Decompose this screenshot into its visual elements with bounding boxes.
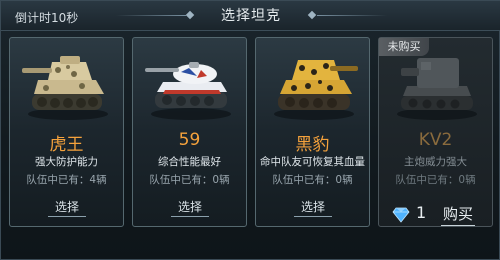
countdown-timer: 倒计时10秒 xyxy=(15,11,79,25)
title-decoration-right xyxy=(317,15,387,16)
type59-tank-icon xyxy=(145,62,231,120)
team-count: 队伍中已有：0辆 xyxy=(133,172,246,187)
kv2-tank-icon xyxy=(397,58,477,120)
team-count-label: 队伍中已有： xyxy=(26,174,90,186)
diamond-gem-icon xyxy=(392,207,410,223)
tank-name: 虎王 xyxy=(49,135,84,155)
select-button-59[interactable]: 选择 xyxy=(155,196,225,218)
title-decoration-left xyxy=(116,15,186,16)
team-count-value: 0辆 xyxy=(335,174,353,186)
price-value: 1 xyxy=(416,203,427,222)
team-count-label: 队伍中已有： xyxy=(272,174,336,186)
buy-button-kv2[interactable]: 购买 xyxy=(438,204,478,226)
team-count-value: 0辆 xyxy=(212,174,230,186)
buy-row: 1 购买 xyxy=(378,199,493,229)
tank-description: 命中队友可恢复其血量 xyxy=(260,156,365,168)
team-count: 队伍中已有：0辆 xyxy=(379,172,492,187)
tank-description: 综合性能最好 xyxy=(158,156,221,168)
tiger-tank-icon xyxy=(22,56,108,120)
select-button-tiger[interactable]: 选择 xyxy=(32,196,102,218)
team-count: 队伍中已有：0辆 xyxy=(256,172,369,187)
tank-card-tiger[interactable]: 虎王 强大防护能力 队伍中已有：4辆 选择 xyxy=(9,37,124,227)
team-count-value: 4辆 xyxy=(89,174,107,186)
tank-name: 黑豹 xyxy=(295,135,330,155)
team-count-label: 队伍中已有： xyxy=(395,174,459,186)
team-count-label: 队伍中已有： xyxy=(149,174,213,186)
panel-title: 选择坦克 xyxy=(221,8,281,24)
tank-name: KV2 xyxy=(418,130,453,150)
tank-description: 主炮威力强大 xyxy=(404,156,467,168)
panther-tank-icon xyxy=(274,60,358,120)
tank-card-59[interactable]: 59 综合性能最好 队伍中已有：0辆 选择 xyxy=(132,37,247,227)
team-count: 队伍中已有：4辆 xyxy=(10,172,123,187)
tank-name: 59 xyxy=(178,130,201,150)
panel-header: 倒计时10秒 选择坦克 xyxy=(1,1,500,31)
select-button-panther[interactable]: 选择 xyxy=(278,196,348,218)
tank-description: 强大防护能力 xyxy=(35,156,98,168)
team-count-value: 0辆 xyxy=(458,174,476,186)
tank-select-panel: 倒计时10秒 选择坦克 虎王 强大防护能力 队伍中已有：4辆 选择 59 综合性… xyxy=(0,0,500,260)
title-wrap: 选择坦克 xyxy=(191,5,311,27)
tank-card-panther[interactable]: 黑豹 命中队友可恢复其血量 队伍中已有：0辆 选择 xyxy=(255,37,370,227)
